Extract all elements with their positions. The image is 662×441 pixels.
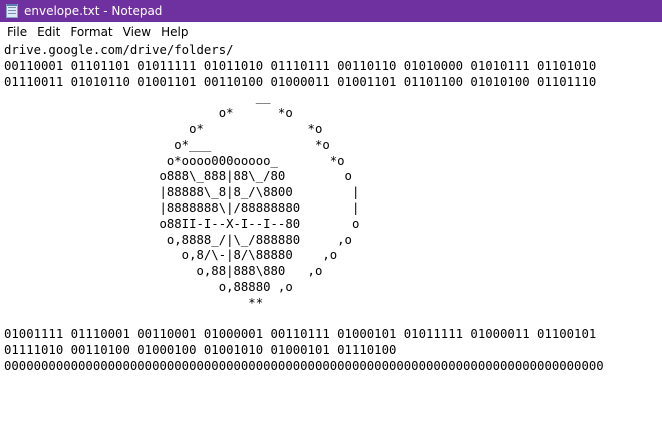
menu-file[interactable]: File: [2, 22, 32, 42]
document-line: 01001111 01110001 00110001 01000001 0011…: [4, 327, 597, 342]
document-line: o* *o: [4, 106, 293, 121]
document-line: drive.google.com/drive/folders/: [4, 43, 234, 57]
document-line: 00110001 01101101 01011111 01011010 0111…: [4, 58, 597, 73]
notepad-window: envelope.txt - Notepad File Edit Format …: [0, 0, 662, 441]
menu-help[interactable]: Help: [156, 22, 193, 42]
document-line: 01110011 01010110 01001101 00110100 0100…: [4, 74, 597, 89]
document-line: 01111010 00110100 01000100 01001010 0100…: [4, 343, 397, 358]
document-line: 0000000000000000000000000000000000000000…: [4, 358, 604, 373]
document-line: o,8888_/|\_/888880 ,o: [4, 232, 352, 247]
window-title: envelope.txt - Notepad: [24, 4, 163, 18]
document-line: o88II-I--X-I--I--80 o: [4, 216, 360, 231]
menu-edit[interactable]: Edit: [32, 22, 65, 42]
text-editor-area[interactable]: drive.google.com/drive/folders/ 00110001…: [0, 42, 662, 441]
document-line: __: [4, 90, 271, 105]
document-line: o*___ *o: [4, 137, 330, 152]
document-text[interactable]: drive.google.com/drive/folders/ 00110001…: [0, 42, 662, 375]
document-line: |88888\_8|8_/\8800 |: [4, 185, 360, 200]
menu-view[interactable]: View: [118, 22, 156, 42]
document-line: o* *o: [4, 121, 323, 136]
menu-bar: File Edit Format View Help: [0, 22, 662, 42]
notepad-icon: [6, 4, 18, 18]
document-line: |8888888\|/88888880 |: [4, 200, 360, 215]
document-line: o,88880 ,o: [4, 279, 293, 294]
menu-format[interactable]: Format: [65, 22, 117, 42]
title-bar[interactable]: envelope.txt - Notepad: [0, 0, 662, 22]
document-line: o,88|888\880 ,o: [4, 264, 323, 279]
document-line: **: [4, 295, 264, 310]
document-line: o*oooo000ooooo_ *o: [4, 153, 345, 168]
document-line: o,8/\-|8/\88880 ,o: [4, 248, 338, 263]
document-line: o888\_888|88\_/80 o: [4, 169, 352, 184]
